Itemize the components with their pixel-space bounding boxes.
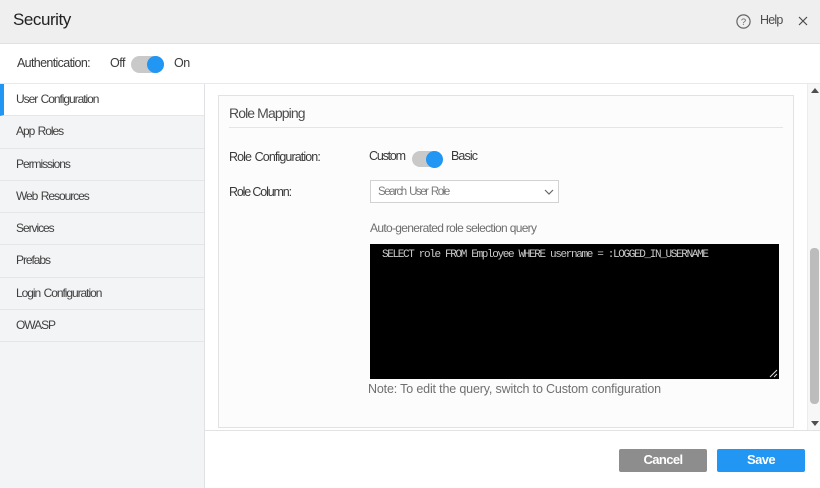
svg-text:?: ? — [741, 17, 746, 28]
